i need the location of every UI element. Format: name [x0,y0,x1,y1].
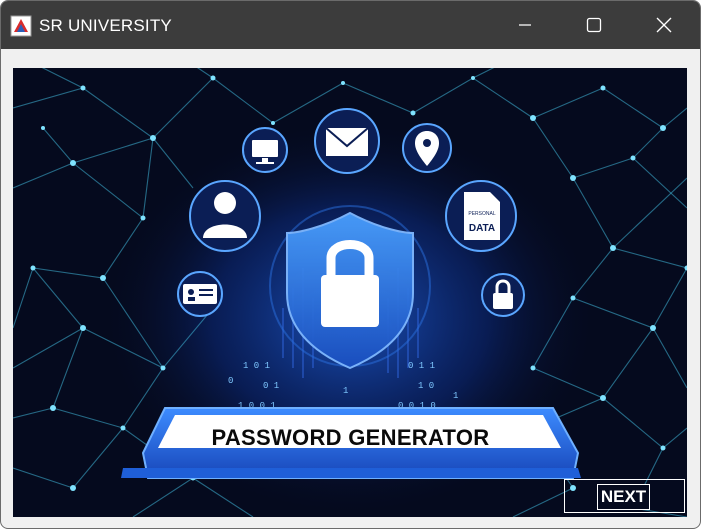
personal-data-document-icon: PERSONAL DATA [445,180,517,252]
document-label-data: DATA [469,223,495,234]
close-icon [656,17,672,33]
title-bar[interactable]: SR UNIVERSITY [1,1,700,49]
small-lock-icon [481,273,525,317]
maximize-icon [586,17,602,33]
svg-text:1 0 1: 1 0 1 [243,361,270,371]
window-title: SR UNIVERSITY [39,16,172,35]
password-generator-heading: PASSWORD GENERATOR [211,425,490,450]
maximize-button[interactable] [559,1,629,49]
mail-icon [314,108,380,174]
svg-text:1: 1 [453,391,458,401]
svg-text:0 1: 0 1 [263,381,279,391]
close-button[interactable] [629,1,699,49]
java-app-icon [10,15,32,37]
next-button[interactable]: NEXT [597,484,650,510]
minimize-icon [519,24,531,26]
svg-text:0: 0 [228,376,233,386]
document-label-personal: PERSONAL [468,211,495,217]
minimize-button[interactable] [490,1,560,49]
svg-text:0 1 1: 0 1 1 [408,361,435,371]
svg-text:1 0: 1 0 [418,381,434,391]
user-icon [189,180,261,252]
cyber-security-illustration-panel: 1 0 10 11 0 0 1 1 1 00 1 11 0 0 0 1 01 0… [13,68,687,517]
application-window: SR UNIVERSITY 1 0 1 0 1 1 0 0 1 0 1 1 1 … [0,0,701,529]
monitor-icon [242,127,288,173]
id-card-icon [177,271,223,317]
svg-text:1: 1 [343,386,348,396]
location-pin-icon [402,123,452,173]
